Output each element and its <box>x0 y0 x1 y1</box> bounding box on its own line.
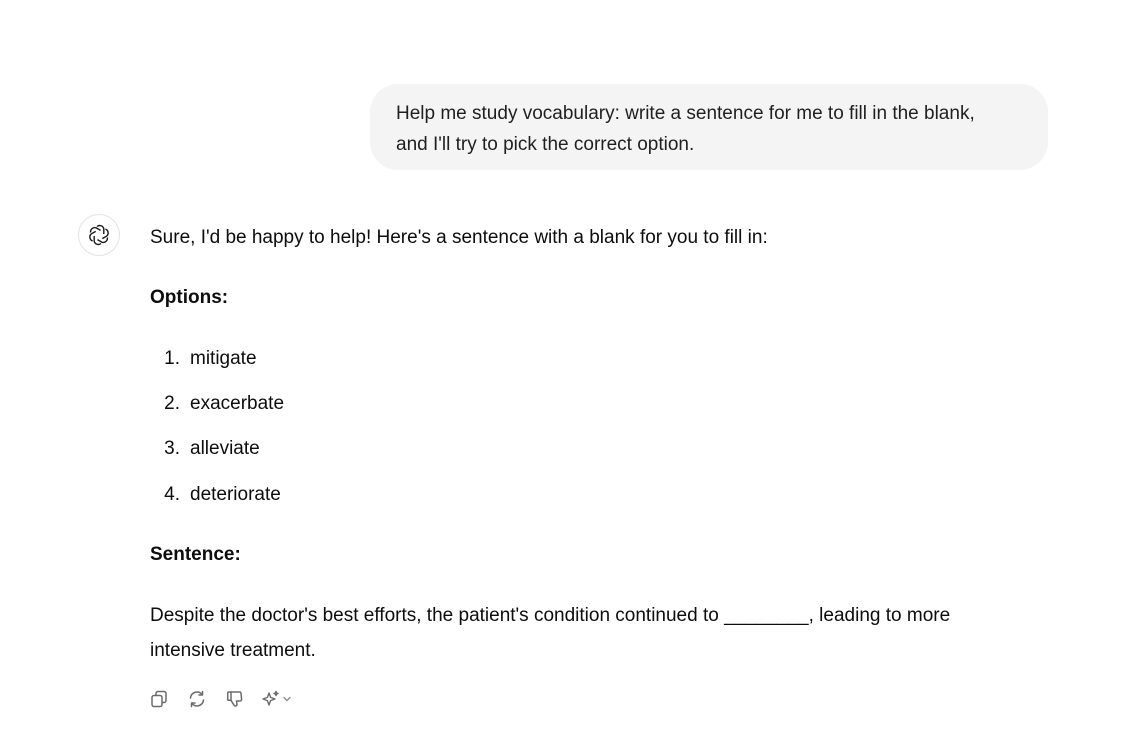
user-message-bubble: Help me study vocabulary: write a senten… <box>370 84 1048 170</box>
option-number: 1. <box>164 348 180 369</box>
sentence-heading: Sentence: <box>150 544 241 565</box>
sentence-line: intensive treatment. <box>150 640 316 661</box>
regenerate-icon <box>189 690 205 708</box>
user-message-line: Help me study vocabulary: write a senten… <box>396 103 975 124</box>
assistant-intro: Sure, I'd be happy to help! Here's a sen… <box>150 227 768 248</box>
options-heading: Options: <box>150 287 229 308</box>
option-word: alleviate <box>190 438 260 459</box>
option-item: 3. alleviate <box>150 434 260 464</box>
message-actions-toolbar <box>147 686 293 712</box>
assistant-avatar <box>78 214 120 256</box>
sentence-line: Despite the doctor's best efforts, the p… <box>150 605 951 626</box>
option-number: 3. <box>164 438 180 459</box>
option-word: exacerbate <box>190 393 285 414</box>
sparkle-icon <box>262 690 279 706</box>
openai-logo-icon <box>89 224 109 246</box>
user-message-line: and I'll try to pick the correct option. <box>396 134 695 155</box>
regenerate-button[interactable] <box>185 687 209 711</box>
option-word: deteriorate <box>190 484 281 505</box>
bad-response-button[interactable] <box>223 687 247 711</box>
option-item: 2. exacerbate <box>150 389 284 419</box>
copy-icon <box>151 690 167 708</box>
model-switch-button[interactable] <box>261 689 293 709</box>
option-item: 1. mitigate <box>150 344 257 374</box>
thumbs-down-icon <box>226 691 243 707</box>
copy-button[interactable] <box>147 687 171 711</box>
option-word: mitigate <box>190 348 257 369</box>
option-number: 4. <box>164 484 180 505</box>
option-item: 4. deteriorate <box>150 480 281 510</box>
chevron-down-icon <box>283 696 291 702</box>
option-number: 2. <box>164 393 180 414</box>
